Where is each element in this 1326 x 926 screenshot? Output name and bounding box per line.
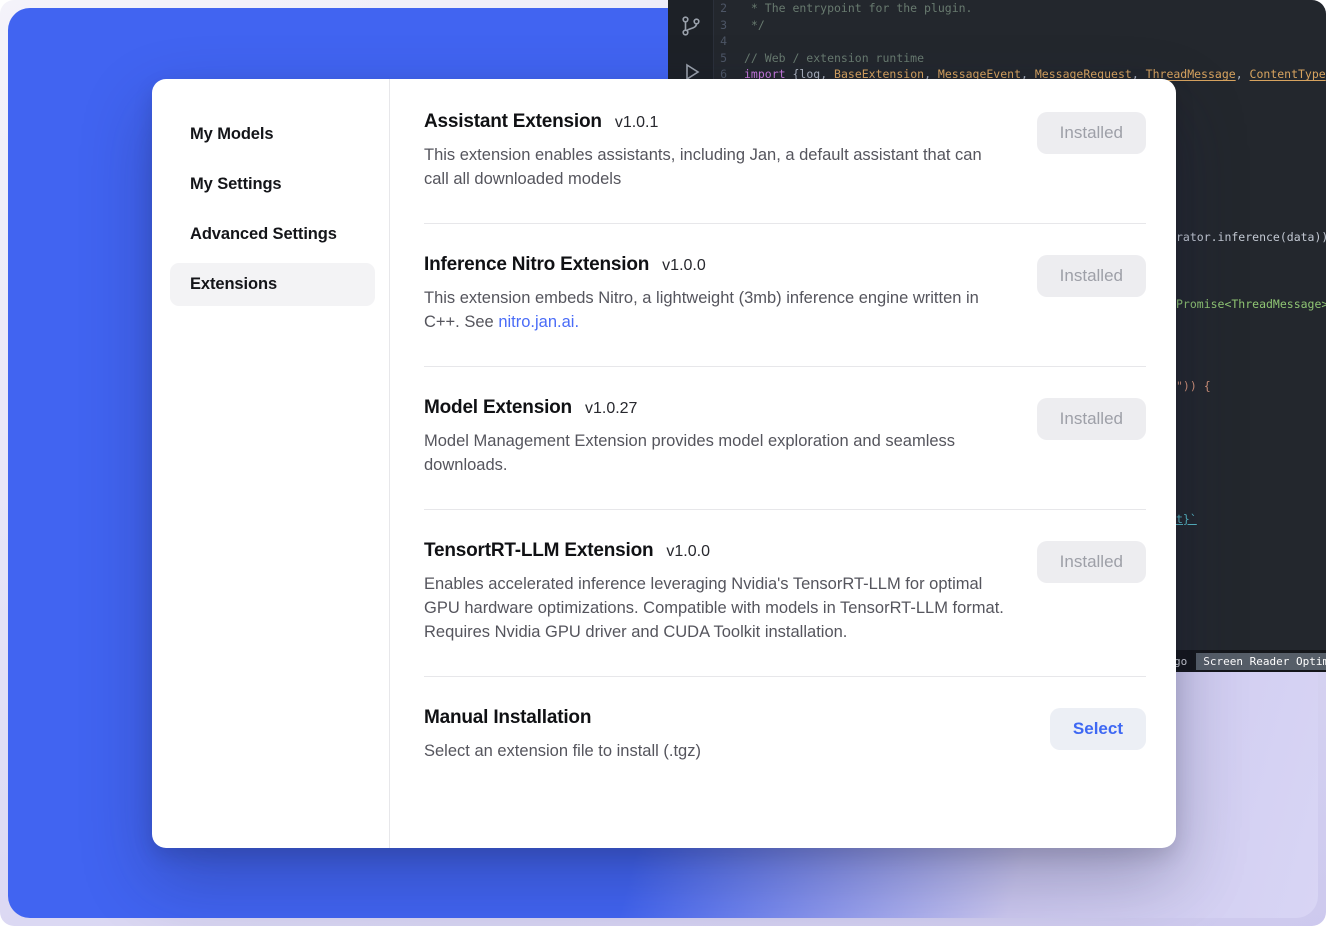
code-area: 2 * The entrypoint for the plugin.3 */45… bbox=[714, 0, 1326, 83]
extension-info: Assistant Extension v1.0.1 This extensio… bbox=[424, 111, 1009, 191]
extension-row-nitro: Inference Nitro Extension v1.0.0 This ex… bbox=[424, 224, 1146, 367]
extension-version: v1.0.0 bbox=[662, 257, 706, 275]
code-fragment: Promise<ThreadMessage> bbox=[1176, 296, 1326, 312]
installed-button[interactable]: Installed bbox=[1037, 541, 1146, 583]
extension-info: Manual Installation Select an extension … bbox=[424, 707, 701, 763]
extension-title: Model Extension bbox=[424, 397, 572, 419]
extension-head: Model Extension v1.0.27 bbox=[424, 397, 1009, 419]
extension-row-manual-install: Manual Installation Select an extension … bbox=[424, 677, 1146, 795]
select-button[interactable]: Select bbox=[1050, 708, 1146, 750]
sidebar-item-advanced-settings[interactable]: Advanced Settings bbox=[170, 213, 375, 256]
extension-description: This extension enables assistants, inclu… bbox=[424, 143, 1009, 191]
code-fragment: rator.inference(data)); bbox=[1176, 229, 1326, 245]
installed-button[interactable]: Installed bbox=[1037, 398, 1146, 440]
extension-version: v1.0.1 bbox=[615, 114, 659, 132]
settings-sidebar: My Models My Settings Advanced Settings … bbox=[152, 79, 390, 848]
code-fragment: ")) { bbox=[1176, 378, 1211, 394]
description-text: Select an extension file to install (.tg… bbox=[424, 742, 701, 760]
extension-version: v1.0.0 bbox=[666, 543, 710, 561]
extensions-list: Assistant Extension v1.0.1 This extensio… bbox=[390, 79, 1176, 848]
extension-row-model: Model Extension v1.0.27 Model Management… bbox=[424, 367, 1146, 510]
extension-version: v1.0.27 bbox=[585, 400, 637, 418]
extension-info: Inference Nitro Extension v1.0.0 This ex… bbox=[424, 254, 1009, 334]
code-fragment: t}` bbox=[1176, 511, 1197, 527]
sidebar-item-my-models[interactable]: My Models bbox=[170, 113, 375, 156]
extension-title: TensortRT-LLM Extension bbox=[424, 540, 653, 562]
installed-button[interactable]: Installed bbox=[1037, 112, 1146, 154]
settings-modal: My Models My Settings Advanced Settings … bbox=[152, 79, 1176, 848]
extension-head: Assistant Extension v1.0.1 bbox=[424, 111, 1009, 133]
extension-row-tensorrt: TensortRT-LLM Extension v1.0.0 Enables a… bbox=[424, 510, 1146, 677]
screen-reader-status-badge[interactable]: Screen Reader Optimized bbox=[1196, 653, 1326, 670]
description-text: This extension enables assistants, inclu… bbox=[424, 146, 982, 188]
description-text: Model Management Extension provides mode… bbox=[424, 432, 955, 474]
page: 2 * The entrypoint for the plugin.3 */45… bbox=[0, 0, 1326, 926]
extension-description: Enables accelerated inference leveraging… bbox=[424, 572, 1009, 644]
extension-description: Model Management Extension provides mode… bbox=[424, 429, 1009, 477]
extension-info: Model Extension v1.0.27 Model Management… bbox=[424, 397, 1009, 477]
sidebar-item-extensions[interactable]: Extensions bbox=[170, 263, 375, 306]
extension-head: Manual Installation bbox=[424, 707, 701, 729]
sidebar-item-my-settings[interactable]: My Settings bbox=[170, 163, 375, 206]
installed-button[interactable]: Installed bbox=[1037, 255, 1146, 297]
extension-title: Inference Nitro Extension bbox=[424, 254, 649, 276]
extension-description: Select an extension file to install (.tg… bbox=[424, 739, 701, 763]
source-control-icon[interactable] bbox=[679, 14, 703, 38]
extension-head: Inference Nitro Extension v1.0.0 bbox=[424, 254, 1009, 276]
nitro-jan-ai-link[interactable]: nitro.jan.ai. bbox=[498, 313, 579, 331]
extension-description: This extension embeds Nitro, a lightweig… bbox=[424, 286, 1009, 334]
extension-title: Assistant Extension bbox=[424, 111, 602, 133]
extension-title: Manual Installation bbox=[424, 707, 591, 729]
extension-row-assistant: Assistant Extension v1.0.1 This extensio… bbox=[424, 111, 1146, 224]
description-text: Enables accelerated inference leveraging… bbox=[424, 575, 1004, 641]
extension-info: TensortRT-LLM Extension v1.0.0 Enables a… bbox=[424, 540, 1009, 644]
extension-head: TensortRT-LLM Extension v1.0.0 bbox=[424, 540, 1009, 562]
